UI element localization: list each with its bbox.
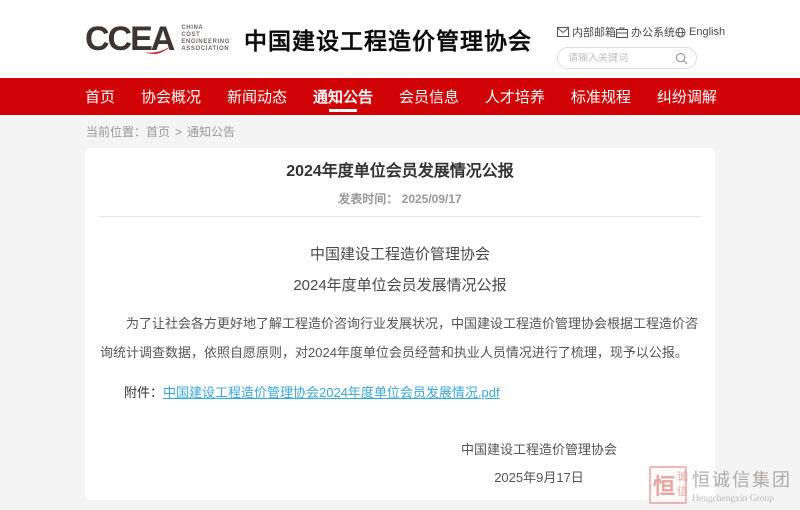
document-organization: 中国建设工程造价管理协会 bbox=[98, 245, 702, 265]
attachment-line: 附件：中国建设工程造价管理协会2024年度单位会员发展情况.pdf bbox=[98, 382, 702, 401]
nav-item-members[interactable]: 会员信息 bbox=[399, 78, 459, 115]
office-system-link[interactable]: 办公系统 bbox=[616, 24, 675, 40]
globe-icon bbox=[675, 27, 686, 38]
watermark-text: 恒诚信集团 Hengchengxin Group bbox=[692, 466, 792, 504]
breadcrumb-current-link[interactable]: 通知公告 bbox=[187, 123, 235, 140]
attachment-label: 附件： bbox=[124, 385, 163, 400]
breadcrumb-home-link[interactable]: 首页 bbox=[146, 123, 170, 140]
watermark-name-en: Hengchengxin Group bbox=[692, 494, 792, 504]
english-link[interactable]: English bbox=[675, 26, 725, 38]
attachment-pdf-link[interactable]: 中国建设工程造价管理协会2024年度单位会员发展情况.pdf bbox=[163, 385, 500, 400]
signature-organization: 中国建设工程造价管理协会 bbox=[424, 439, 654, 458]
title-divider bbox=[98, 216, 702, 217]
nav-item-notices[interactable]: 通知公告 bbox=[313, 78, 373, 115]
site-title: 中国建设工程造价管理协会 bbox=[244, 22, 532, 56]
site-logo[interactable]: CCEA CHINA COST ENGINEERING ASSOCIATION … bbox=[85, 22, 532, 56]
document-title: 2024年度单位会员发展情况公报 bbox=[98, 276, 702, 296]
publish-date-label: 发表时间： bbox=[338, 192, 398, 206]
publish-date-value: 2025/09/17 bbox=[402, 192, 462, 206]
search-icon bbox=[675, 53, 688, 68]
office-icon bbox=[616, 27, 628, 38]
nav-item-training[interactable]: 人才培养 bbox=[485, 78, 545, 115]
nav-item-home[interactable]: 首页 bbox=[85, 78, 115, 115]
article-paragraph: 为了让社会各方更好地了解工程造价咨询行业发展状况，中国建设工程造价管理协会根据工… bbox=[98, 309, 702, 367]
logo-swoosh-icon bbox=[143, 35, 183, 57]
watermark-name-cn: 恒诚信集团 bbox=[692, 466, 792, 492]
hengchengxin-watermark: 恒 诚 信 恒诚信集团 Hengchengxin Group bbox=[649, 466, 792, 504]
logo-acronym: CCEA bbox=[85, 22, 173, 56]
breadcrumb-prefix: 当前位置： bbox=[86, 123, 146, 140]
breadcrumb-separator: > bbox=[175, 125, 182, 139]
mail-icon bbox=[557, 27, 569, 37]
nav-item-about[interactable]: 协会概况 bbox=[141, 78, 201, 115]
publish-date-line: 发表时间： 2025/09/17 bbox=[98, 191, 702, 207]
signature-date: 2025年9月17日 bbox=[424, 467, 654, 486]
site-header: CCEA CHINA COST ENGINEERING ASSOCIATION … bbox=[0, 0, 800, 78]
header-utilities: 内部邮箱 办公系统 English bbox=[557, 24, 697, 69]
search-box bbox=[557, 47, 697, 69]
utility-links: 内部邮箱 办公系统 English bbox=[557, 24, 697, 40]
article-title: 2024年度单位会员发展情况公报 bbox=[98, 161, 702, 182]
nav-item-news[interactable]: 新闻动态 bbox=[227, 78, 287, 115]
hengchengxin-logo-icon: 恒 诚 信 bbox=[649, 466, 687, 504]
breadcrumb: 当前位置： 首页 > 通知公告 bbox=[0, 115, 800, 148]
main-nav: 首页 协会概况 新闻动态 通知公告 会员信息 人才培养 标准规程 纠纷调解 bbox=[0, 78, 800, 115]
nav-item-standards[interactable]: 标准规程 bbox=[571, 78, 631, 115]
signature-block: 中国建设工程造价管理协会 2025年9月17日 bbox=[424, 439, 654, 486]
search-button[interactable] bbox=[675, 52, 688, 65]
internal-mail-link[interactable]: 内部邮箱 bbox=[557, 24, 616, 40]
nav-item-mediation[interactable]: 纠纷调解 bbox=[657, 78, 717, 115]
search-input[interactable] bbox=[568, 53, 675, 64]
article-card: 2024年度单位会员发展情况公报 发表时间： 2025/09/17 中国建设工程… bbox=[85, 148, 715, 500]
logo-subtext: CHINA COST ENGINEERING ASSOCIATION bbox=[181, 25, 230, 53]
